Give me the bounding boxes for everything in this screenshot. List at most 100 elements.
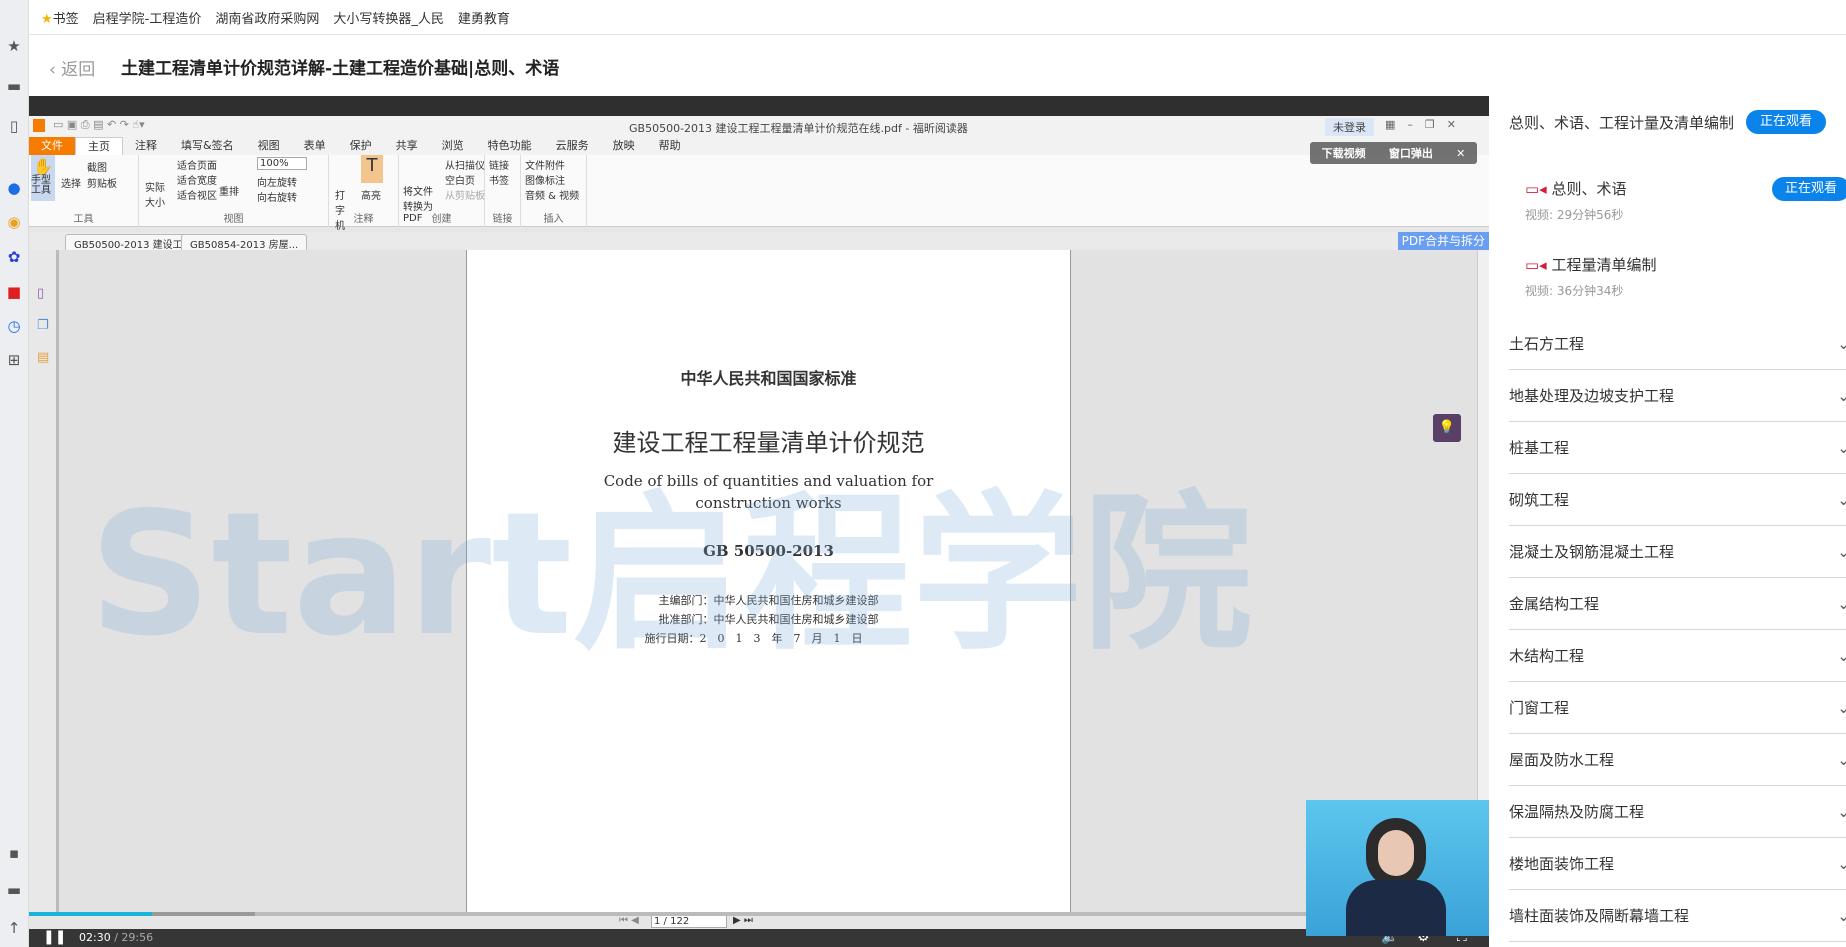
doc-tab[interactable]: GB50854-2013 房屋... — [181, 234, 308, 251]
lesson-item[interactable]: ▭◂ 工程量清单编制 — [1525, 254, 1657, 275]
section-item[interactable]: 门窗工程 ⌄ — [1509, 682, 1846, 734]
chevron-down-icon: ⌄ — [1837, 491, 1846, 509]
fit-width-button[interactable]: 适合宽度 — [177, 172, 217, 187]
section-label: 保温隔热及防腐工程 — [1509, 803, 1645, 821]
clipboard-button[interactable]: 剪贴板 — [87, 175, 117, 190]
page-title: 土建工程清单计价规范详解-土建工程造价基础|总则、术语 — [121, 59, 560, 79]
bookmark-item[interactable]: 启程学院-工程造价 — [93, 8, 202, 27]
zoom-select[interactable]: 100% — [257, 157, 307, 170]
tab-share[interactable]: 共享 — [384, 137, 430, 155]
watching-badge: 正在观看 — [1772, 177, 1846, 201]
section-item[interactable]: 混凝土及钢筋混凝土工程 ⌄ — [1509, 526, 1846, 578]
hand-tool-button[interactable]: ✋ 手型工具 — [31, 155, 55, 201]
login-button[interactable]: 未登录 — [1325, 118, 1374, 136]
paw-icon[interactable]: ✿ — [4, 247, 24, 267]
section-item[interactable]: 楼地面装饰工程 ⌄ — [1509, 838, 1846, 890]
tab-fill-sign[interactable]: 填写&签名 — [169, 137, 246, 155]
quick-access-icons[interactable]: ▭ ▣ ⎙ ▤ ↶ ↷ ☝▾ — [53, 118, 145, 132]
close-icon[interactable]: ✕ — [1456, 147, 1465, 160]
bookmark-button[interactable]: 书签 — [489, 172, 509, 187]
highlight-icon[interactable]: T — [361, 155, 383, 183]
section-item[interactable]: 墙柱面装饰及隔断幕墙工程 ⌄ — [1509, 890, 1846, 942]
select-button[interactable]: 选择 — [61, 175, 81, 190]
group-link: 链接 书签 链接 — [485, 155, 521, 227]
section-item[interactable]: 土石方工程 ⌄ — [1509, 318, 1846, 370]
page-nav-next-icons[interactable]: ▶ ⏭ — [733, 915, 753, 926]
hand-icon: ✋ — [33, 157, 53, 176]
attachment-button[interactable]: 文件附件 — [525, 157, 565, 172]
chapter-title[interactable]: 总则、术语、工程计量及清单编制 — [1509, 112, 1739, 134]
rotate-left-button[interactable]: 向左旋转 — [257, 174, 297, 189]
tab-home[interactable]: 主页 — [75, 137, 123, 155]
group-label: 工具 — [73, 214, 94, 225]
tab-help[interactable]: 帮助 — [647, 137, 693, 155]
tab-features[interactable]: 特色功能 — [476, 137, 544, 155]
rotate-right-button[interactable]: 向右旋转 — [257, 189, 297, 204]
tab-view[interactable]: 视图 — [246, 137, 292, 155]
video-icon: ▭◂ — [1525, 180, 1547, 198]
from-scanner-button[interactable]: 从扫描仪 — [445, 157, 485, 172]
favorites-icon[interactable]: ★ — [4, 36, 24, 56]
back-button[interactable]: ‹ 返回 — [49, 55, 95, 80]
bookmark-item[interactable]: 大小写转换器_人民 — [333, 8, 444, 27]
folder-icon[interactable]: ▬ — [4, 76, 24, 96]
tab-protect[interactable]: 保护 — [338, 137, 384, 155]
doc-heading: 中华人民共和国国家标准 — [680, 369, 857, 388]
from-clipboard-button[interactable]: 从剪贴板 — [445, 187, 485, 202]
briefcase-icon[interactable]: ▬ — [4, 880, 24, 900]
clock-icon[interactable]: ◷ — [4, 316, 24, 336]
tab-browse[interactable]: 浏览 — [430, 137, 476, 155]
image-annot-button[interactable]: 图像标注 — [525, 172, 565, 187]
tab-comment[interactable]: 注释 — [123, 137, 169, 155]
link-button[interactable]: 链接 — [489, 157, 509, 172]
blank-page-button[interactable]: 空白页 — [445, 172, 475, 187]
section-label: 墙柱面装饰及隔断幕墙工程 — [1509, 907, 1690, 925]
app-logo-icon — [33, 119, 45, 132]
fit-page-button[interactable]: 适合页面 — [177, 157, 217, 172]
download-video-button[interactable]: 下载视频 — [1322, 145, 1366, 161]
app-icon[interactable]: ◉ — [4, 212, 24, 232]
section-item[interactable]: 屋面及防水工程 ⌄ — [1509, 734, 1846, 786]
section-item[interactable]: 金属结构工程 ⌄ — [1509, 578, 1846, 630]
comment-icon[interactable]: ▤ — [37, 350, 49, 365]
snapshot-button[interactable]: 截图 — [87, 159, 107, 174]
tab-slideshow[interactable]: 放映 — [601, 137, 647, 155]
popout-button[interactable]: 窗口弹出 — [1389, 145, 1433, 161]
video-progress-bar[interactable] — [29, 912, 1489, 916]
pause-icon[interactable]: ❚❚ — [43, 929, 66, 945]
tab-form[interactable]: 表单 — [292, 137, 338, 155]
lightbulb-icon[interactable]: 💡 — [1433, 414, 1461, 442]
page-nav-icons[interactable]: ⏮ ◀ — [619, 915, 639, 926]
add-icon[interactable]: ⊞ — [4, 350, 24, 370]
video-player[interactable]: ▭ ▣ ⎙ ▤ ↶ ↷ ☝▾ GB50500-2013 建设工程工程量清单计价规… — [29, 96, 1489, 947]
audio-video-button[interactable]: 音频 & 视频 — [525, 187, 579, 202]
highlight-button[interactable]: 高亮 — [361, 187, 381, 202]
reflow-button[interactable]: 重排 — [219, 183, 239, 198]
group-annot: 打字机 T 高亮 注释 — [329, 155, 399, 232]
layers-icon[interactable]: ❐ — [37, 318, 49, 333]
chevron-down-icon: ⌄ — [1837, 543, 1846, 561]
page-icon[interactable]: ▯ — [37, 286, 44, 301]
section-item[interactable]: 砌筑工程 ⌄ — [1509, 474, 1846, 526]
folder-icon[interactable]: ▪ — [4, 843, 24, 863]
bookmark-item[interactable]: 湖南省政府采购网 — [215, 8, 319, 27]
actual-size-button[interactable]: 实际大小 — [145, 179, 165, 209]
fit-visible-button[interactable]: 适合视区 — [177, 187, 217, 202]
chat-icon[interactable]: ● — [4, 178, 24, 198]
section-item[interactable]: 地基处理及边坡支护工程 ⌄ — [1509, 370, 1846, 422]
pdf-merge-button[interactable]: PDF合并与拆分 — [1397, 232, 1489, 250]
section-item[interactable]: 桩基工程 ⌄ — [1509, 422, 1846, 474]
section-item[interactable]: 保温隔热及防腐工程 ⌄ — [1509, 786, 1846, 838]
red-app-icon[interactable]: ■ — [4, 282, 24, 302]
page-input[interactable]: 1 / 122 — [651, 915, 727, 928]
window-controls[interactable]: ▦–❐✕ — [1385, 118, 1468, 131]
bookmark-item[interactable]: 建勇教育 — [458, 8, 510, 27]
tab-file[interactable]: 文件 — [29, 137, 75, 155]
section-item[interactable]: 木结构工程 ⌄ — [1509, 630, 1846, 682]
lesson-item[interactable]: ▭◂ 总则、术语 — [1525, 178, 1627, 199]
tab-cloud[interactable]: 云服务 — [544, 137, 601, 155]
bookmark-star[interactable]: ★书签 — [41, 8, 79, 27]
mobile-icon[interactable]: ▯ — [4, 116, 24, 136]
pin-icon[interactable]: ↑ — [4, 918, 24, 938]
nav-panel: ▯ ❐ ▤ — [29, 250, 59, 915]
